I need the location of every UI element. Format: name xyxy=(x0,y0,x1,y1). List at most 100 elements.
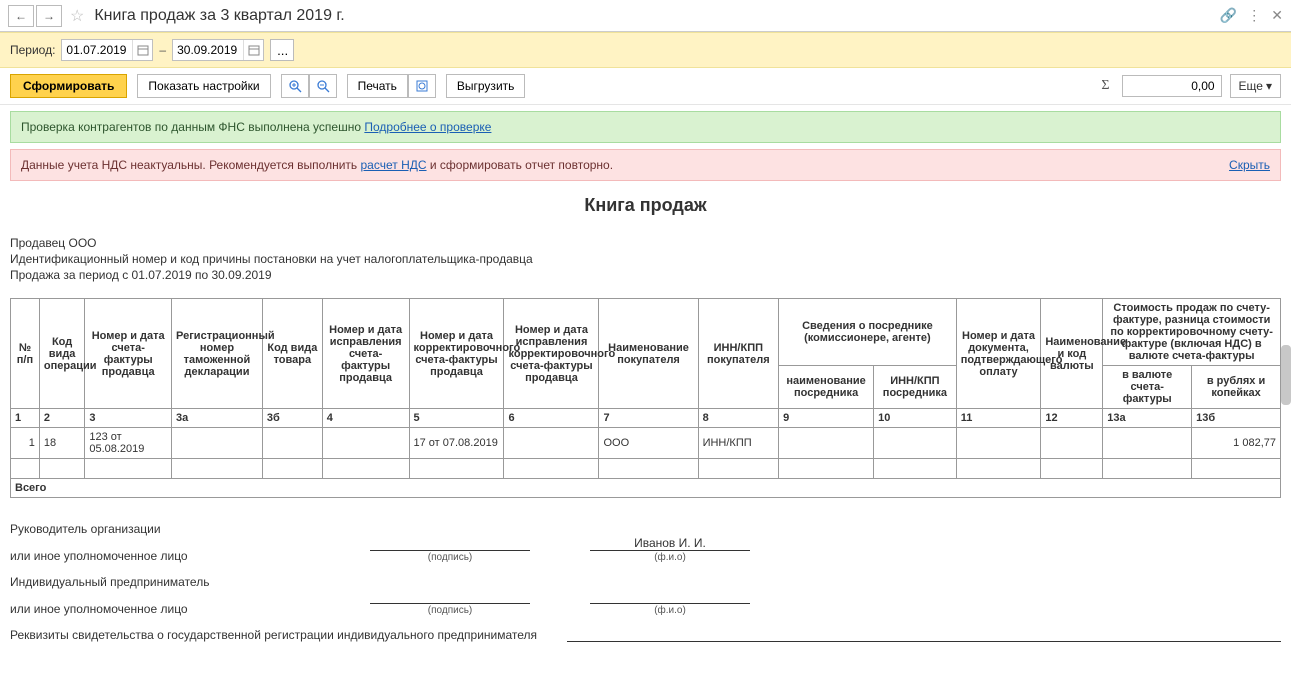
th-cost-rub: в рублях и копейках xyxy=(1192,366,1281,409)
back-button[interactable]: ← xyxy=(8,5,34,27)
th-inter-name: наименование посредника xyxy=(779,366,874,409)
or-auth-label: или иное уполномоченное лицо xyxy=(10,549,370,563)
ip-label: Индивидуальный предприниматель xyxy=(10,575,1281,589)
colnum: 7 xyxy=(599,409,698,428)
sign-value xyxy=(448,589,451,603)
message-text: Данные учета НДС неактуальны. Рекомендуе… xyxy=(21,158,361,172)
th-corr-corr: Номер и дата исправления корректировочно… xyxy=(504,299,599,409)
th-goods: Код вида товара xyxy=(262,299,322,409)
cell-buyerinn: ИНН/КПП xyxy=(698,428,779,459)
colnum: 5 xyxy=(409,409,504,428)
th-buyer-inn: ИНН/КПП покупателя xyxy=(698,299,779,409)
table-row: 1 18 123 от 05.08.2019 17 от 07.08.2019 … xyxy=(11,428,1281,459)
fio-value: Иванов И. И. xyxy=(634,536,706,550)
colnum: 12 xyxy=(1041,409,1103,428)
period-label: Период: xyxy=(10,43,55,57)
cell-costcur xyxy=(1103,428,1192,459)
cell-corrective: 17 от 07.08.2019 xyxy=(409,428,504,459)
nds-warning-message: Данные учета НДС неактуальны. Рекомендуе… xyxy=(10,149,1281,181)
hide-message-link[interactable]: Скрыть xyxy=(1229,158,1270,172)
colnum: 13a xyxy=(1103,409,1192,428)
cell-interinn xyxy=(874,428,957,459)
fio-caption: (ф.и.о) xyxy=(654,605,686,616)
message-text: и сформировать отчет повторно. xyxy=(430,158,613,172)
print-button[interactable]: Печать xyxy=(347,74,408,98)
th-corrective: Номер и дата корректировочного счета-фак… xyxy=(409,299,504,409)
titlebar: ← → ☆ Книга продаж за 3 квартал 2019 г. … xyxy=(0,0,1291,32)
favorite-icon[interactable]: ☆ xyxy=(70,6,84,26)
total-row: Всего xyxy=(11,479,1281,498)
scrollbar[interactable] xyxy=(1281,345,1291,405)
colnum: 3б xyxy=(262,409,322,428)
message-text: Проверка контрагентов по данным ФНС выпо… xyxy=(21,120,364,134)
calendar-icon[interactable] xyxy=(243,40,263,60)
sign-caption: (подпись) xyxy=(428,552,472,563)
cell-n: 1 xyxy=(11,428,40,459)
th-cost-cur: в валюте счета-фактуры xyxy=(1103,366,1192,409)
cell-correction xyxy=(322,428,409,459)
date-to xyxy=(172,39,264,61)
report-title: Книга продаж xyxy=(10,195,1281,216)
cell-op: 18 xyxy=(39,428,84,459)
forward-button[interactable]: → xyxy=(36,5,62,27)
sign-value xyxy=(448,536,451,550)
more-vert-icon[interactable]: ⋮ xyxy=(1247,7,1261,24)
colnum: 8 xyxy=(698,409,779,428)
cell-intername xyxy=(779,428,874,459)
date-to-input[interactable] xyxy=(173,41,243,59)
cell-costrub: 1 082,77 xyxy=(1192,428,1281,459)
calendar-icon[interactable] xyxy=(132,40,152,60)
cell-goods xyxy=(262,428,322,459)
date-from-input[interactable] xyxy=(62,41,132,59)
window-title: Книга продаж за 3 квартал 2019 г. xyxy=(94,7,344,25)
print-preview-icon[interactable] xyxy=(408,74,436,98)
date-from xyxy=(61,39,153,61)
check-details-link[interactable]: Подробнее о проверке xyxy=(364,120,491,134)
colnum: 3a xyxy=(172,409,263,428)
cell-corrcorr xyxy=(504,428,599,459)
cell-currency xyxy=(1041,428,1103,459)
more-button[interactable]: Еще ▾ xyxy=(1230,74,1281,98)
cell-invoice: 123 от 05.08.2019 xyxy=(85,428,172,459)
link-icon[interactable]: 🔗 xyxy=(1220,7,1237,24)
export-button[interactable]: Выгрузить xyxy=(446,74,526,98)
period-bar: Период: – ... xyxy=(0,32,1291,68)
toolbar: Сформировать Показать настройки Печать В… xyxy=(0,68,1291,105)
colnum: 2 xyxy=(39,409,84,428)
check-success-message: Проверка контрагентов по данным ФНС выпо… xyxy=(10,111,1281,143)
fio-caption: (ф.и.о) xyxy=(654,552,686,563)
sign-caption: (подпись) xyxy=(428,605,472,616)
print-group: Печать xyxy=(347,74,436,98)
th-correction: Номер и дата исправления счета-фактуры п… xyxy=(322,299,409,409)
form-button[interactable]: Сформировать xyxy=(10,74,127,98)
zoom-out-icon[interactable] xyxy=(309,74,337,98)
colnum: 4 xyxy=(322,409,409,428)
period-dash: – xyxy=(159,43,166,57)
total-label: Всего xyxy=(11,479,1281,498)
zoom-group xyxy=(281,74,337,98)
nds-calc-link[interactable]: расчет НДС xyxy=(361,158,427,172)
close-icon[interactable]: ✕ xyxy=(1271,7,1283,24)
th-opcode: Код вида операции xyxy=(39,299,84,409)
reg-underline xyxy=(567,628,1281,642)
report-area: Книга продаж Продавец ООО Идентификацион… xyxy=(10,195,1281,642)
fio-value xyxy=(668,589,671,603)
more-label: Еще xyxy=(1239,79,1263,93)
th-intermediary-group: Сведения о посреднике (комиссионере, аге… xyxy=(779,299,957,366)
period-line: Продажа за период с 01.07.2019 по 30.09.… xyxy=(10,268,1281,282)
zoom-in-icon[interactable] xyxy=(281,74,309,98)
period-ellipsis-button[interactable]: ... xyxy=(270,39,294,61)
sum-field[interactable] xyxy=(1122,75,1222,97)
colnum: 3 xyxy=(85,409,172,428)
cell-paydoc xyxy=(956,428,1041,459)
th-customs: Регистрационный номер таможенной деклара… xyxy=(172,299,263,409)
colnum: 6 xyxy=(504,409,599,428)
seller-line: Продавец ООО xyxy=(10,236,1281,250)
th-invoice: Номер и дата счета-фактуры продавца xyxy=(85,299,172,409)
table-row xyxy=(11,459,1281,479)
show-settings-button[interactable]: Показать настройки xyxy=(137,74,270,98)
colnum: 9 xyxy=(779,409,874,428)
cell-customs xyxy=(172,428,263,459)
sigma-icon: Σ xyxy=(1097,78,1113,94)
th-paydoc: Номер и дата документа, подтверждающего … xyxy=(956,299,1041,409)
